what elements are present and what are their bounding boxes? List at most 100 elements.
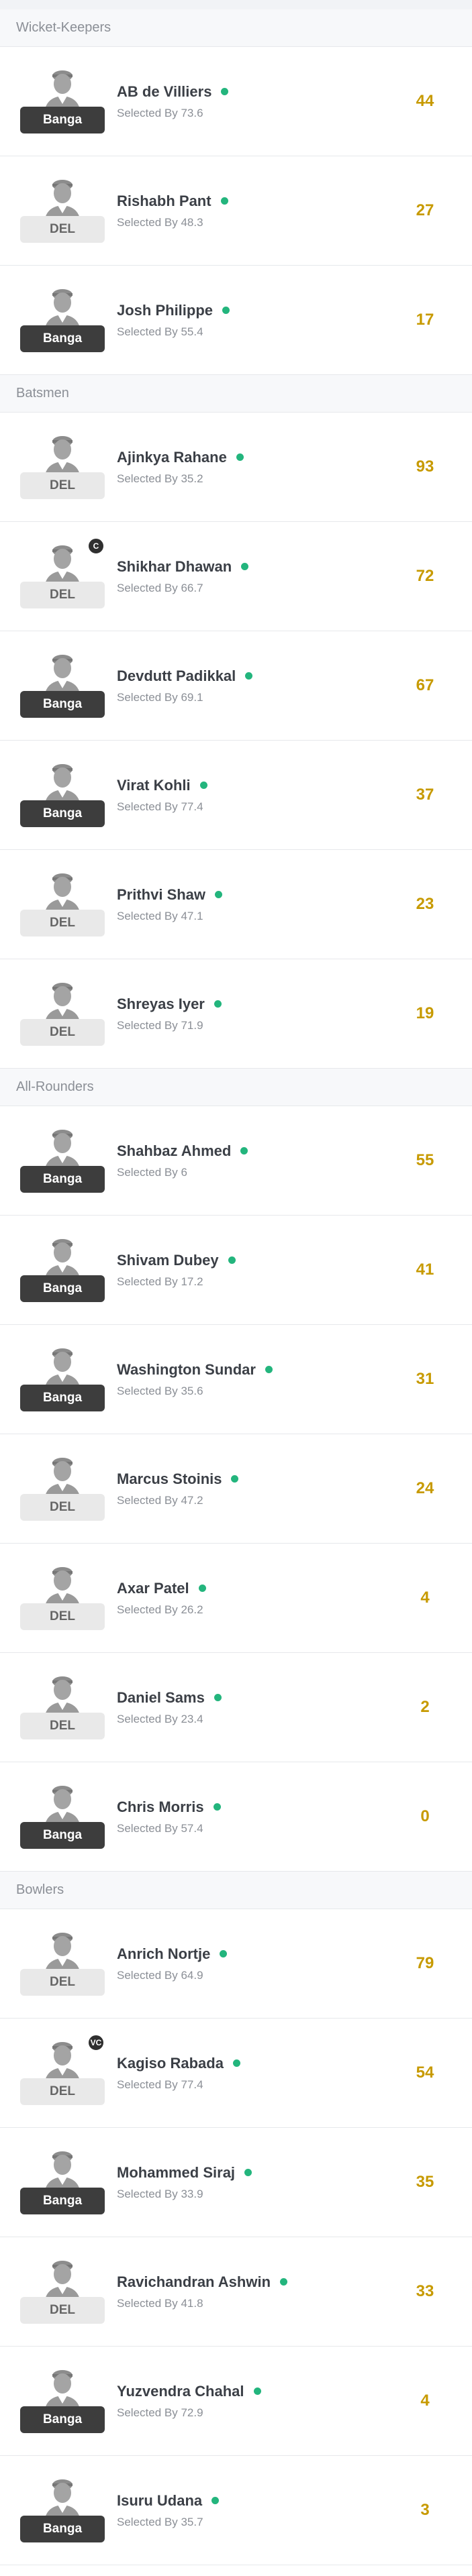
player-info: Devdutt Padikkal Selected By 69.1 — [117, 667, 378, 704]
playing-status-dot — [221, 88, 229, 95]
player-row[interactable]: DEL Daniel Sams Selected By 23.4 2 — [0, 1653, 472, 1762]
selected-by-label: Selected By — [117, 1165, 178, 1179]
playing-status-dot — [228, 1256, 236, 1264]
selected-by-label: Selected By — [117, 690, 178, 704]
playing-status-dot — [222, 307, 230, 314]
selected-by-value: 23.4 — [181, 1712, 203, 1725]
selected-by: Selected By 73.6 — [117, 107, 378, 120]
selected-by: Selected By 23.4 — [117, 1713, 378, 1726]
player-row[interactable]: DEL Shreyas Iyer Selected By 71.9 19 — [0, 959, 472, 1069]
player-points: 23 — [416, 895, 434, 913]
player-info: Ravichandran Ashwin Selected By 41.8 — [117, 2273, 378, 2310]
player-row[interactable]: DEL Prithvi Shaw Selected By 47.1 23 — [0, 850, 472, 959]
player-row[interactable]: Banga Yuzvendra Chahal Selected By 72.9 … — [0, 2347, 472, 2456]
player-info: Shreyas Iyer Selected By 71.9 — [117, 996, 378, 1032]
player-row[interactable]: DEL Marcus Stoinis Selected By 47.2 24 — [0, 1434, 472, 1544]
player-points: 4 — [420, 1589, 430, 1607]
selected-by: Selected By 64.9 — [117, 1969, 378, 1982]
player-name: Shivam Dubey — [117, 1251, 219, 1269]
selected-by-value: 17.2 — [181, 1275, 203, 1288]
player-row[interactable]: Banga Devdutt Padikkal Selected By 69.1 … — [0, 631, 472, 741]
selected-by-label: Selected By — [117, 1275, 178, 1288]
selected-by-value: 35.2 — [181, 472, 203, 485]
playing-status-dot — [214, 1694, 222, 1701]
player-row[interactable]: DEL Anrich Nortje Selected By 64.9 79 — [0, 1909, 472, 2019]
player-points: 24 — [416, 1479, 434, 1497]
team-badge: Banga — [20, 107, 105, 133]
avatar: Banga — [20, 280, 105, 360]
player-info: Axar Patel Selected By 26.2 — [117, 1580, 378, 1617]
player-name: AB de Villiers — [117, 83, 212, 100]
team-badge: Banga — [20, 1166, 105, 1193]
player-info: Virat Kohli Selected By 77.4 — [117, 777, 378, 814]
selected-by-value: 72.9 — [181, 2406, 203, 2419]
avatar: C DEL — [20, 536, 105, 616]
player-info: Shivam Dubey Selected By 17.2 — [117, 1252, 378, 1289]
player-row[interactable]: Banga Isuru Udana Selected By 35.7 3 — [0, 2456, 472, 2565]
team-badge: Banga — [20, 691, 105, 718]
selected-by-label: Selected By — [117, 1603, 178, 1616]
selected-by-value: 26.2 — [181, 1603, 203, 1616]
player-info: Washington Sundar Selected By 35.6 — [117, 1361, 378, 1398]
playing-status-dot — [232, 2059, 240, 2067]
selected-by-value: 47.2 — [181, 1493, 203, 1507]
team-badge: DEL — [20, 2078, 105, 2105]
avatar: Banga — [20, 2470, 105, 2551]
player-row[interactable]: Banga Virat Kohli Selected By 77.4 37 — [0, 741, 472, 850]
player-row[interactable]: C DEL Shikhar Dhawan Selected By 66.7 72 — [0, 522, 472, 631]
player-name: Shikhar Dhawan — [117, 557, 232, 575]
player-row[interactable]: Banga Josh Philippe Selected By 55.4 17 — [0, 266, 472, 375]
avatar: VC DEL — [20, 2033, 105, 2113]
avatar: DEL — [20, 1923, 105, 2004]
team-badge: Banga — [20, 1822, 105, 1849]
player-row[interactable]: Banga Shahbaz Ahmed Selected By 6 55 — [0, 1106, 472, 1216]
selected-by-label: Selected By — [117, 1018, 178, 1032]
player-row[interactable]: DEL Rishabh Pant Selected By 48.3 27 — [0, 156, 472, 266]
player-row[interactable]: Banga Mohammed Siraj Selected By 33.9 35 — [0, 2128, 472, 2237]
player-row[interactable]: Banga Chris Morris Selected By 57.4 0 — [0, 1762, 472, 1872]
player-points: 33 — [416, 2282, 434, 2300]
selected-by-value: 71.9 — [181, 1018, 203, 1032]
selected-by-label: Selected By — [117, 1712, 178, 1725]
player-points: 44 — [416, 92, 434, 110]
player-row[interactable]: VC DEL Kagiso Rabada Selected By 77.4 54 — [0, 2019, 472, 2128]
selected-by-label: Selected By — [117, 106, 178, 119]
playing-status-dot — [199, 782, 207, 789]
section-header: Wicket-Keepers — [0, 9, 472, 47]
captain-role-badge: C — [87, 537, 105, 555]
selected-by-label: Selected By — [117, 800, 178, 813]
player-info: Shikhar Dhawan Selected By 66.7 — [117, 558, 378, 595]
player-info: Anrich Nortje Selected By 64.9 — [117, 1945, 378, 1982]
player-row[interactable]: Banga Washington Sundar Selected By 35.6… — [0, 1325, 472, 1434]
avatar: Banga — [20, 1230, 105, 1310]
player-row[interactable]: Banga AB de Villiers Selected By 73.6 44 — [0, 47, 472, 156]
avatar: Banga — [20, 1120, 105, 1201]
player-points: 31 — [416, 1370, 434, 1388]
player-row[interactable]: DEL Axar Patel Selected By 26.2 4 — [0, 1544, 472, 1653]
player-row[interactable]: DEL Ravichandran Ashwin Selected By 41.8… — [0, 2237, 472, 2347]
player-row[interactable]: Banga Shivam Dubey Selected By 17.2 41 — [0, 1216, 472, 1325]
selected-by-label: Selected By — [117, 325, 178, 338]
selected-by: Selected By 77.4 — [117, 2078, 378, 2092]
player-name: Mohammed Siraj — [117, 2163, 236, 2181]
avatar: DEL — [20, 1448, 105, 1529]
playing-status-dot — [220, 1950, 228, 1957]
player-points: 79 — [416, 1954, 434, 1972]
team-badge: DEL — [20, 472, 105, 499]
avatar: Banga — [20, 2142, 105, 2222]
selected-by-value: 55.4 — [181, 325, 203, 338]
selected-by-label: Selected By — [117, 1821, 178, 1835]
team-badge: Banga — [20, 2516, 105, 2542]
selected-by-value: 57.4 — [181, 1821, 203, 1835]
player-info: Prithvi Shaw Selected By 47.1 — [117, 886, 378, 923]
selected-by-label: Selected By — [117, 2515, 178, 2528]
selected-by: Selected By 17.2 — [117, 1275, 378, 1289]
team-badge: DEL — [20, 1019, 105, 1046]
team-badge: DEL — [20, 2297, 105, 2324]
team-badge: Banga — [20, 1385, 105, 1411]
player-info: Daniel Sams Selected By 23.4 — [117, 1689, 378, 1726]
player-info: Isuru Udana Selected By 35.7 — [117, 2492, 378, 2529]
player-row[interactable]: DEL Ajinkya Rahane Selected By 35.2 93 — [0, 413, 472, 522]
team-badge: DEL — [20, 1603, 105, 1630]
team-badge: Banga — [20, 1275, 105, 1302]
